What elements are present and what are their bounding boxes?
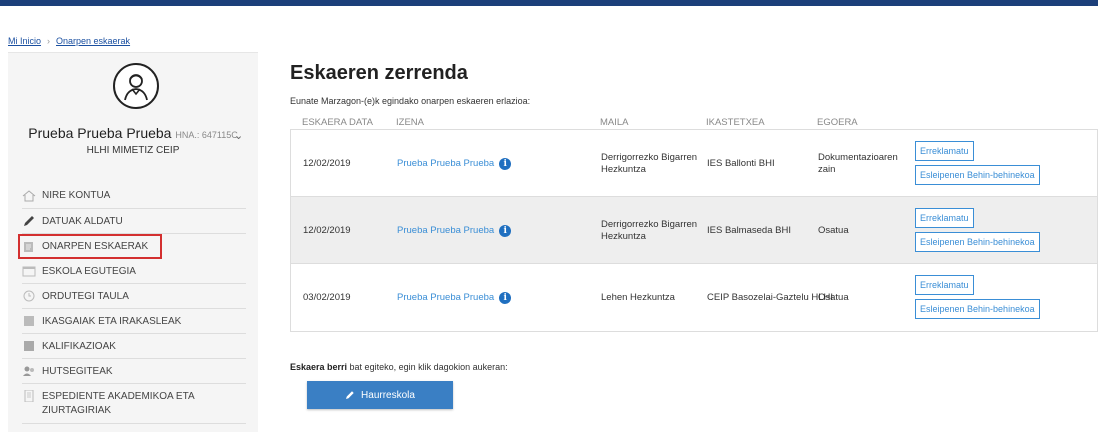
top-bar [0, 0, 1098, 6]
name-link[interactable]: Prueba Prueba Prueba [397, 292, 494, 303]
sidebar-menu: NIRE KONTUA DATUAK ALDATU ONARPEN ESKAER… [18, 183, 246, 424]
sidebar-item-label: IKASGAIAK ETA IRAKASLEAK [42, 315, 182, 327]
breadcrumb-separator-icon: › [47, 36, 51, 46]
sidebar-item-hutsegiteak[interactable]: HUTSEGITEAK [22, 359, 246, 384]
cell-date: 12/02/2019 [303, 158, 351, 169]
level-line2: Hezkuntza [601, 230, 646, 242]
status-line1: Dokumentazioaren [818, 151, 898, 163]
avatar-icon[interactable] [113, 63, 159, 109]
pencil-icon [24, 216, 34, 226]
cell-school: CEIP Basozelai-Gaztelu HLHI [707, 292, 834, 303]
name-link[interactable]: Prueba Prueba Prueba [397, 225, 494, 236]
clock-icon [23, 290, 35, 302]
cell-name: Prueba Prueba Prueba i [397, 264, 512, 331]
sidebar-item-label: ONARPEN ESKAERAK [42, 241, 149, 252]
cell-level: Derrigorrezko Bigarren Hezkuntza [601, 197, 697, 264]
info-icon[interactable]: i [499, 157, 512, 170]
haurreskola-button[interactable]: Haurreskola [307, 381, 453, 409]
file-icon [24, 390, 34, 402]
column-header-name: IZENA [396, 117, 424, 128]
sidebar-item-label: ESKOLA EGUTEGIA [42, 265, 136, 277]
sidebar-item-espediente[interactable]: ESPEDIENTE AKADEMIKOA ETA ZIURTAGIRIAK [22, 384, 246, 424]
sidebar-item-label: ESPEDIENTE AKADEMIKOA ETA ZIURTAGIRIAK [42, 390, 195, 418]
new-request-instructions: Eskaera berri bat egiteko, egin klik dag… [290, 362, 508, 372]
sidebar-item-onarpen-eskaerak[interactable]: ONARPEN ESKAERAK [18, 234, 162, 259]
sidebar-item-label: HUTSEGITEAK [42, 365, 113, 377]
table-row: 12/02/2019 Prueba Prueba Prueba i Derrig… [291, 130, 1097, 197]
sidebar-item-ikasgaiak[interactable]: IKASGAIAK ETA IRAKASLEAK [22, 309, 246, 334]
calendar-icon [22, 266, 36, 277]
haurreskola-button-label: Haurreskola [361, 389, 415, 401]
cell-school: IES Ballonti BHI [707, 158, 775, 169]
status-line2: zain [818, 163, 836, 175]
sidebar-item-label: KALIFIKAZIOAK [42, 340, 116, 352]
requests-table: 12/02/2019 Prueba Prueba Prueba i Derrig… [290, 129, 1098, 332]
user-name: Prueba Prueba Prueba HNA.: 647115C [8, 125, 258, 141]
provisional-assignment-button[interactable]: Esleipenen Behin-behinekoa [915, 232, 1040, 252]
sidebar-item-label: DATUAK ALDATU [42, 215, 123, 227]
claim-button[interactable]: Erreklamatu [915, 141, 974, 161]
cell-status: Osatua [818, 225, 849, 236]
cell-school: IES Balmaseda BHI [707, 225, 791, 236]
cell-level: Lehen Hezkuntza [601, 292, 675, 303]
column-header-status: EGOERA [817, 117, 858, 128]
cell-date: 03/02/2019 [303, 292, 351, 303]
sidebar-item-datuak-aldatu[interactable]: DATUAK ALDATU [22, 209, 246, 234]
info-icon[interactable]: i [499, 224, 512, 237]
claim-button[interactable]: Erreklamatu [915, 208, 974, 228]
table-header: ESKAERA DATA IZENA MAILA IKASTETXEA EGOE… [290, 115, 1098, 129]
pencil-icon [346, 391, 354, 399]
chevron-down-icon[interactable]: ⌄ [234, 129, 243, 142]
name-link[interactable]: Prueba Prueba Prueba [397, 158, 494, 169]
level-line1: Derrigorrezko Bigarren [601, 151, 698, 163]
grades-icon [24, 341, 34, 351]
absence-icon [23, 366, 34, 376]
sidebar-item-kalifikazioak[interactable]: KALIFIKAZIOAK [22, 334, 246, 359]
breadcrumb-current-link[interactable]: Onarpen eskaerak [56, 36, 130, 46]
breadcrumb: Mi Inicio › Onarpen eskaerak [8, 36, 130, 46]
sidebar-item-ordutegi-taula[interactable]: ORDUTEGI TAULA [22, 284, 246, 309]
sidebar-item-label: NIRE KONTUA [42, 190, 111, 201]
user-school: HLHI MIMETIZ CEIP [86, 145, 180, 156]
level-line1: Derrigorrezko Bigarren [601, 218, 698, 230]
page-title: Eskaeren zerrenda [290, 62, 468, 84]
document-icon [24, 241, 33, 252]
info-icon[interactable]: i [499, 291, 512, 304]
cell-status: Osatua [818, 292, 849, 303]
home-icon [22, 189, 36, 201]
column-header-school: IKASTETXEA [706, 117, 765, 128]
new-request-text: bat egiteko, egin klik dagokion aukeran: [347, 362, 508, 372]
sidebar: Prueba Prueba Prueba HNA.: 647115C ⌄ HLH… [8, 52, 258, 432]
cell-level: Derrigorrezko Bigarren Hezkuntza [601, 130, 697, 197]
sidebar-item-nire-kontua[interactable]: NIRE KONTUA [22, 183, 246, 209]
cell-name: Prueba Prueba Prueba i [397, 130, 512, 197]
provisional-assignment-button[interactable]: Esleipenen Behin-behinekoa [915, 165, 1040, 185]
cell-name: Prueba Prueba Prueba i [397, 197, 512, 264]
column-header-date: ESKAERA DATA [302, 117, 373, 128]
book-icon [24, 316, 34, 326]
new-request-bold: Eskaera berri [290, 362, 348, 372]
provisional-assignment-button[interactable]: Esleipenen Behin-behinekoa [915, 299, 1040, 319]
claim-button[interactable]: Erreklamatu [915, 275, 974, 295]
column-header-level: MAILA [600, 117, 629, 128]
table-row: 03/02/2019 Prueba Prueba Prueba i Lehen … [291, 264, 1097, 331]
sidebar-item-label: ORDUTEGI TAULA [42, 290, 129, 302]
user-full-name: Prueba Prueba Prueba [28, 125, 172, 141]
cell-date: 12/02/2019 [303, 225, 351, 236]
table-row: 12/02/2019 Prueba Prueba Prueba i Derrig… [291, 197, 1097, 264]
page-subtitle: Eunate Marzagon-(e)k egindako onarpen es… [290, 96, 531, 106]
level-line2: Hezkuntza [601, 163, 646, 175]
sidebar-item-label-line1: ESPEDIENTE AKADEMIKOA ETA [42, 391, 195, 402]
user-hna: HNA.: 647115C [175, 130, 238, 140]
cell-status: Dokumentazioaren zain [818, 130, 898, 197]
sidebar-item-eskola-egutegia[interactable]: ESKOLA EGUTEGIA [22, 259, 246, 284]
breadcrumb-home-link[interactable]: Mi Inicio [8, 36, 41, 46]
sidebar-item-label-line2: ZIURTAGIRIAK [42, 405, 112, 416]
